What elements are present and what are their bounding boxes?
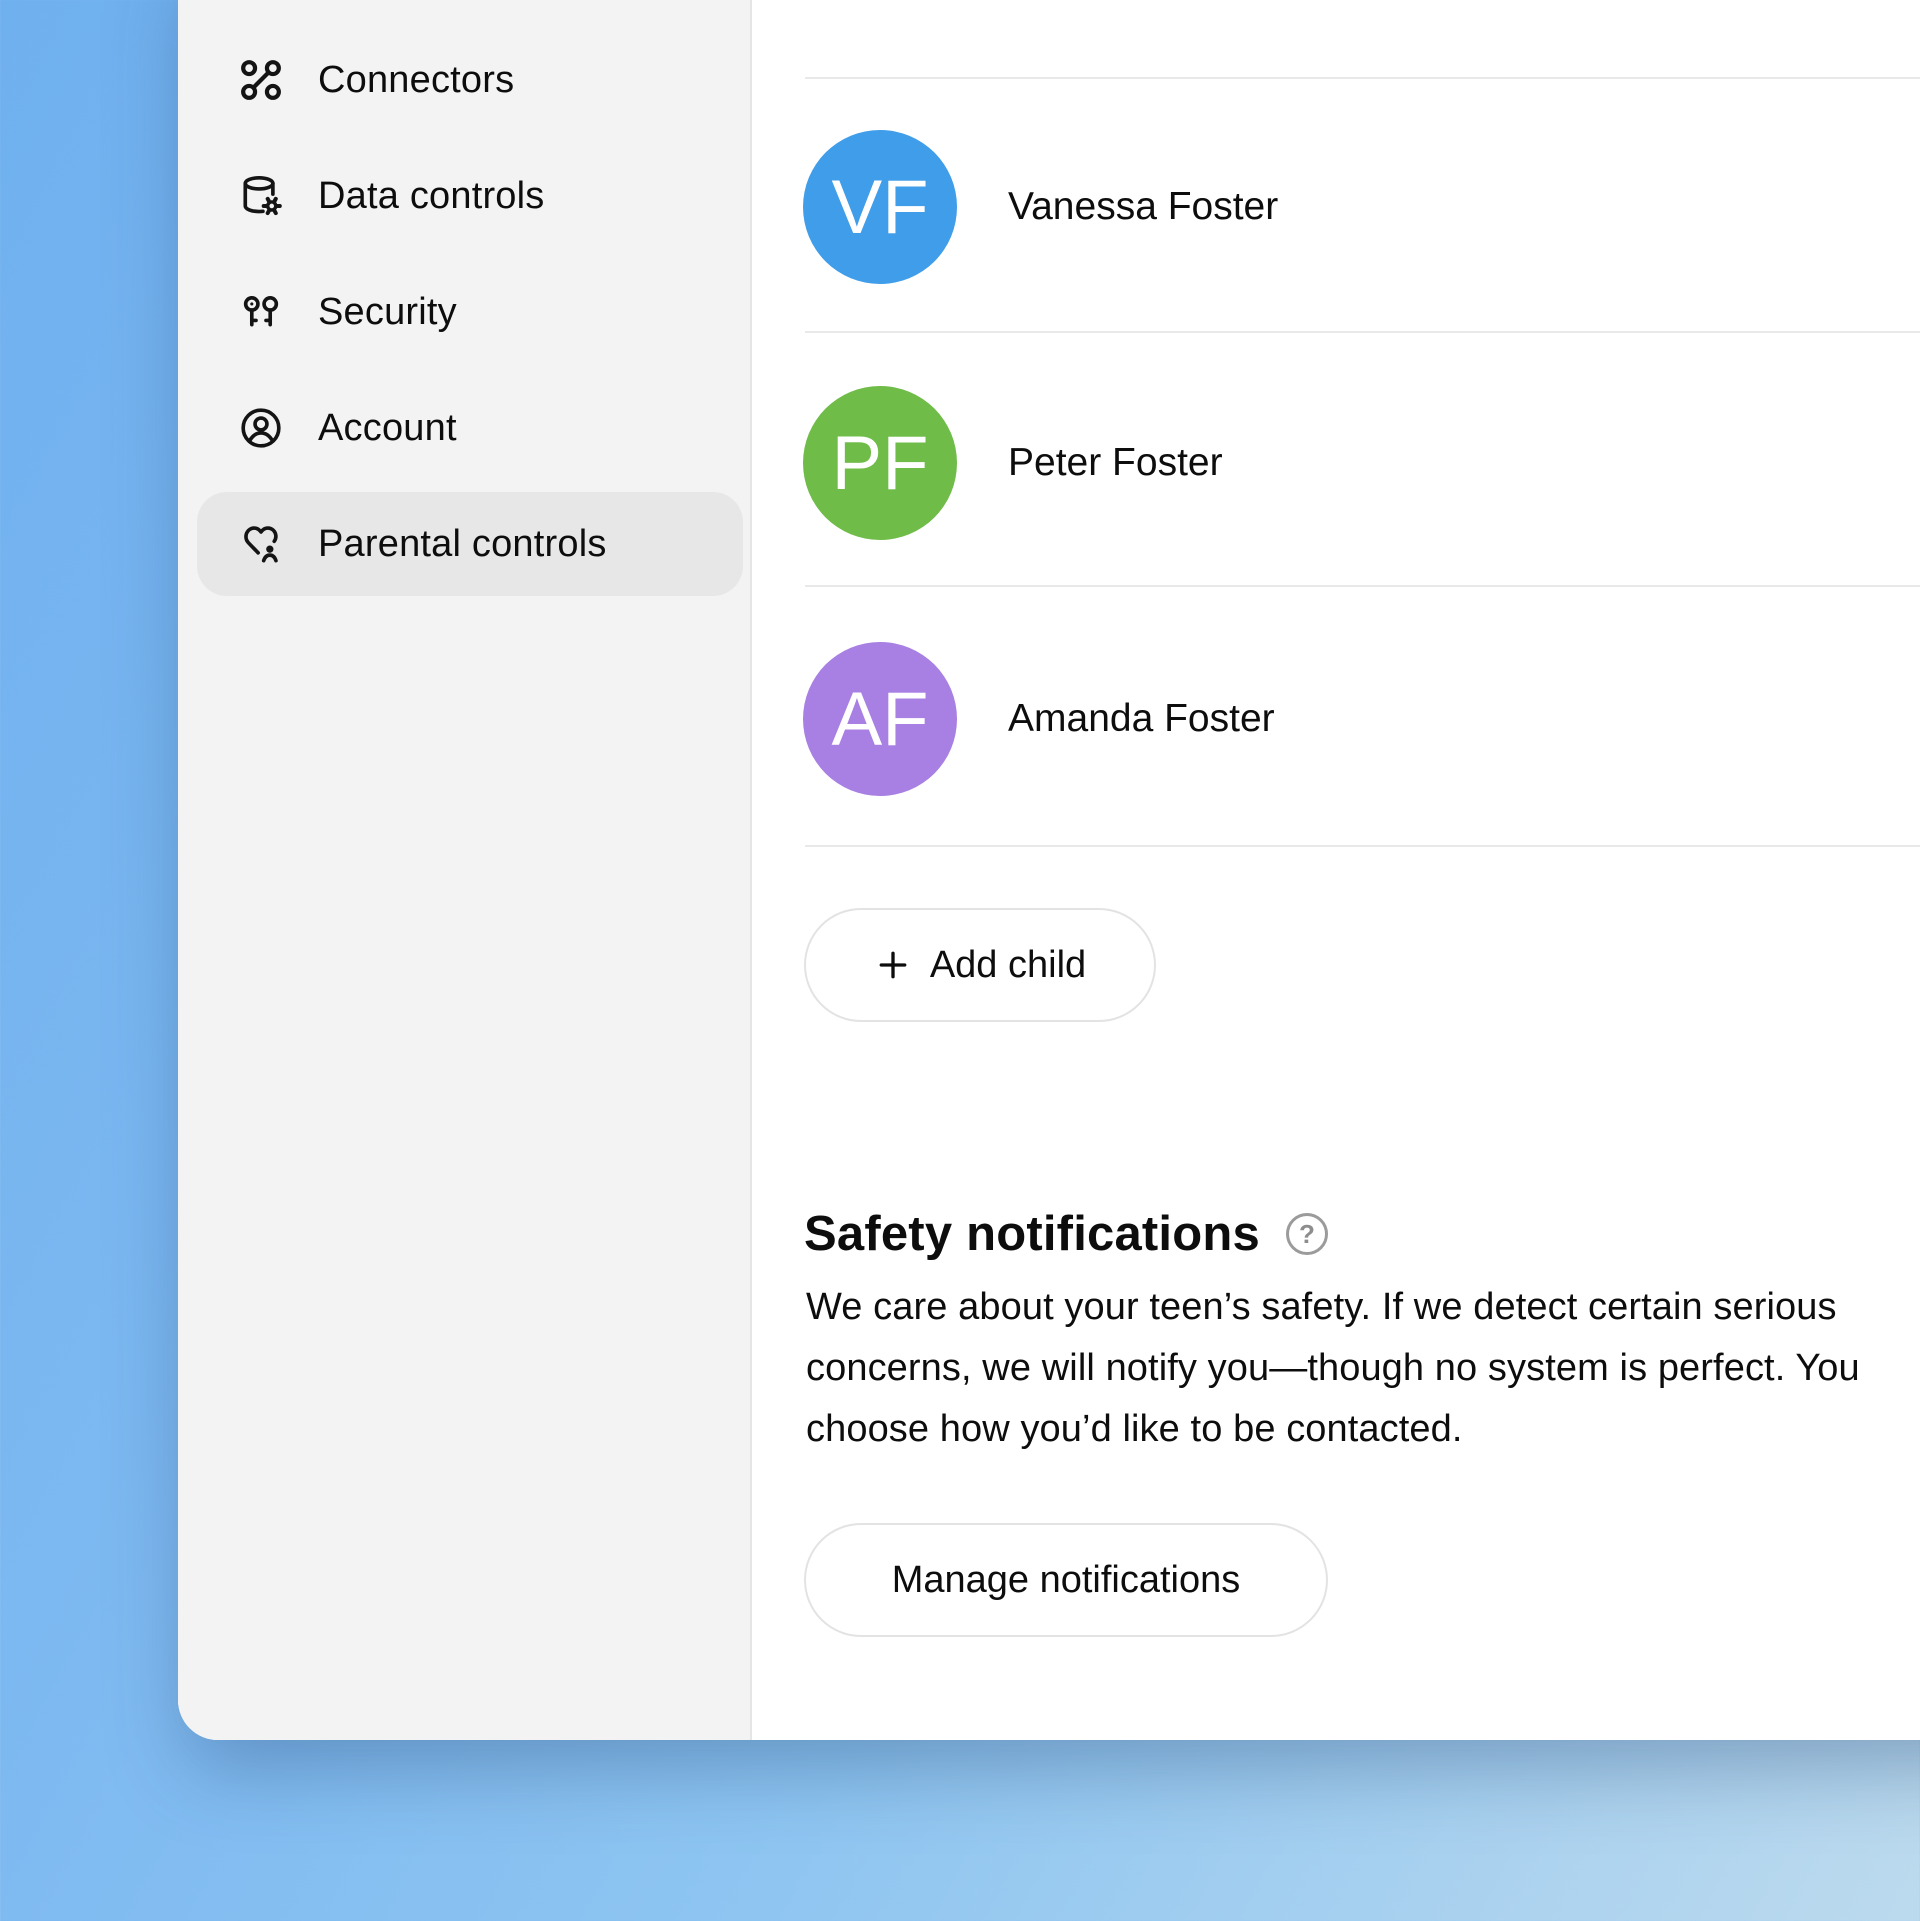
parental-controls-panel: VF Vanessa Foster PF Peter Foster AF Ama… bbox=[752, 0, 1920, 1740]
sidebar-item-label: Data controls bbox=[318, 175, 544, 218]
safety-description-line: choose how you’d like to be contacted. bbox=[806, 1399, 1860, 1460]
settings-modal: Connectors Data controls bbox=[178, 0, 1920, 1740]
child-row-vanessa[interactable]: VF Vanessa Foster bbox=[803, 130, 1920, 284]
safety-description-line: We care about your teen’s safety. If we … bbox=[806, 1277, 1860, 1338]
parental-controls-icon bbox=[238, 521, 284, 567]
manage-notifications-label: Manage notifications bbox=[892, 1559, 1241, 1602]
sidebar-item-label: Security bbox=[318, 291, 457, 334]
divider bbox=[805, 845, 1920, 847]
settings-sidebar: Connectors Data controls bbox=[178, 0, 752, 1740]
plus-icon bbox=[874, 946, 912, 984]
add-child-button[interactable]: Add child bbox=[804, 908, 1156, 1022]
manage-notifications-button[interactable]: Manage notifications bbox=[804, 1523, 1328, 1637]
avatar: VF bbox=[803, 130, 957, 284]
divider bbox=[805, 77, 1920, 79]
help-icon[interactable]: ? bbox=[1286, 1213, 1328, 1255]
child-name: Peter Foster bbox=[1008, 441, 1223, 485]
safety-description: We care about your teen’s safety. If we … bbox=[806, 1277, 1860, 1460]
sidebar-item-connectors[interactable]: Connectors bbox=[197, 28, 743, 132]
data-controls-icon bbox=[238, 173, 284, 219]
section-header: Safety notifications ? bbox=[804, 1206, 1328, 1262]
avatar: PF bbox=[803, 386, 957, 540]
sidebar-item-label: Account bbox=[318, 407, 457, 450]
sidebar-item-label: Parental controls bbox=[318, 523, 607, 566]
add-child-label: Add child bbox=[930, 944, 1086, 987]
account-icon bbox=[238, 405, 284, 451]
divider bbox=[805, 585, 1920, 587]
sidebar-item-security[interactable]: Security bbox=[197, 260, 743, 364]
child-row-peter[interactable]: PF Peter Foster bbox=[803, 386, 1920, 540]
connectors-icon bbox=[238, 57, 284, 103]
child-name: Amanda Foster bbox=[1008, 697, 1275, 741]
sidebar-item-parental-controls[interactable]: Parental controls bbox=[197, 492, 743, 596]
avatar: AF bbox=[803, 642, 957, 796]
sidebar-item-label: Connectors bbox=[318, 59, 514, 102]
sidebar-item-data-controls[interactable]: Data controls bbox=[197, 144, 743, 248]
child-row-amanda[interactable]: AF Amanda Foster bbox=[803, 642, 1920, 796]
section-title: Safety notifications bbox=[804, 1206, 1260, 1262]
divider bbox=[805, 331, 1920, 333]
security-icon bbox=[238, 289, 284, 335]
sidebar-item-account[interactable]: Account bbox=[197, 376, 743, 480]
safety-description-line: concerns, we will notify you—though no s… bbox=[806, 1338, 1860, 1399]
child-name: Vanessa Foster bbox=[1008, 185, 1278, 229]
